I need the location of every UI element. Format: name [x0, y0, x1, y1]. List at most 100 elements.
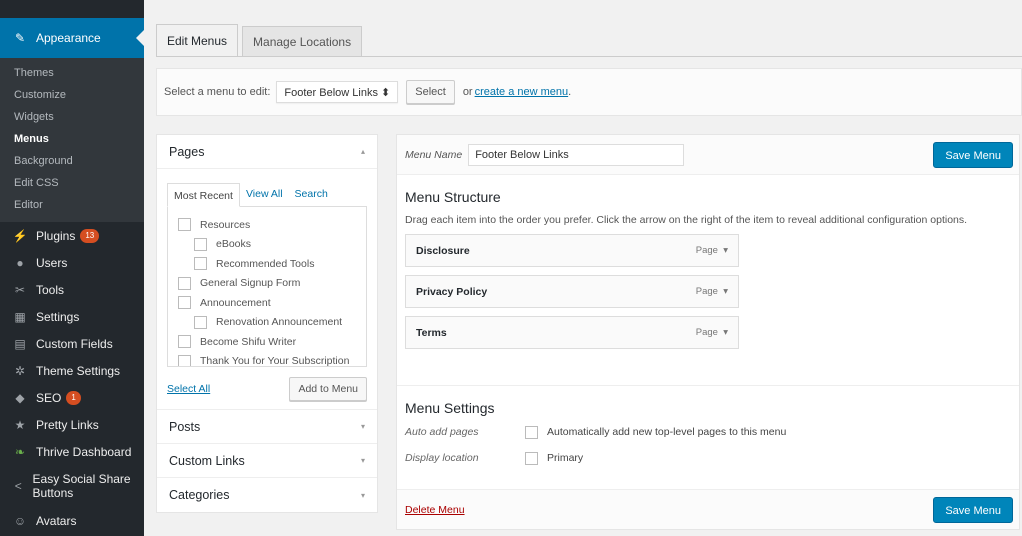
checkbox[interactable]	[178, 276, 191, 290]
checkbox[interactable]	[194, 315, 207, 329]
add-to-menu-button[interactable]: Add to Menu	[289, 377, 367, 401]
pages-section-header[interactable]: Pages ▴	[157, 135, 377, 169]
sidebar-item-label: SEO	[36, 390, 62, 405]
submenu-editor[interactable]: Editor	[0, 194, 144, 216]
tab-divider	[156, 56, 1022, 57]
create-new-menu-link[interactable]: create a new menu	[475, 86, 569, 98]
list-item[interactable]: Renovation Announcement	[178, 313, 356, 333]
tab-edit-menus[interactable]: Edit Menus	[156, 24, 239, 56]
plug-icon: ⚡	[12, 228, 28, 243]
delete-menu-link[interactable]: Delete Menu	[405, 504, 465, 516]
menu-select-value: Footer Below Links	[284, 87, 378, 99]
list-item[interactable]: eBooks	[178, 235, 356, 255]
share-icon: <	[14, 479, 22, 493]
sidebar-item-tools[interactable]: ✂ Tools	[0, 276, 144, 303]
submenu-menus[interactable]: Menus	[0, 128, 144, 150]
tab-view-all[interactable]: View All	[240, 182, 289, 206]
menu-select-dropdown[interactable]: Footer Below Links ⬍	[276, 81, 399, 103]
page-label: eBooks	[216, 238, 252, 251]
tab-most-recent[interactable]: Most Recent	[167, 183, 240, 207]
pages-checklist: Resources eBooks Recommended Tools Gener…	[167, 207, 367, 367]
checkbox[interactable]	[194, 237, 207, 251]
list-item[interactable]: Resources	[178, 215, 356, 235]
menu-item[interactable]: Privacy Policy Page ▾	[405, 275, 739, 308]
pages-footer: Select All Add to Menu	[167, 367, 367, 401]
submenu-edit-css[interactable]: Edit CSS	[0, 172, 144, 194]
sidebar-item-label: Plugins	[36, 228, 76, 243]
menu-settings-title: Menu Settings	[405, 400, 495, 416]
update-count-badge: 13	[80, 228, 100, 243]
menu-item[interactable]: Disclosure Page ▾	[405, 234, 739, 267]
page-label: Thank You for Your Subscription	[200, 355, 350, 367]
item-arrow-icon[interactable]: ▾	[723, 327, 728, 338]
sidebar-item-label: Thrive Dashboard	[36, 444, 132, 459]
submenu-background[interactable]: Background	[0, 150, 144, 172]
save-menu-button-bottom[interactable]: Save Menu	[933, 496, 1013, 523]
sidebar-item-easy-social-share[interactable]: < Easy Social Share Buttons	[0, 465, 144, 507]
page-label: Renovation Announcement	[216, 316, 343, 329]
select-all-link[interactable]: Select All	[167, 383, 210, 395]
appearance-submenu: Themes Customize Widgets Menus Backgroun…	[0, 58, 144, 222]
item-arrow-icon[interactable]: ▾	[723, 245, 728, 256]
menu-item-type[interactable]: Page ▾	[696, 286, 728, 297]
menu-item[interactable]: Terms Page ▾	[405, 316, 739, 349]
sidebar-item-thrive-dashboard[interactable]: ❧ Thrive Dashboard	[0, 438, 144, 465]
categories-section-header[interactable]: Categories ▾	[157, 478, 377, 512]
checkbox[interactable]	[178, 354, 191, 366]
menu-header: Menu Name Footer Below Links Save Menu	[397, 135, 1019, 175]
list-item[interactable]: Announcement	[178, 293, 356, 313]
add-menu-items-panel: Pages ▴ Most Recent View All Search Reso…	[156, 134, 378, 513]
sidebar-item-custom-fields[interactable]: ▤ Custom Fields	[0, 330, 144, 357]
sidebar-item-settings[interactable]: ▦ Settings	[0, 303, 144, 330]
admin-sidebar: ✎ Appearance Themes Customize Widgets Me…	[0, 0, 144, 536]
sidebar-item-avatars[interactable]: ☺ Avatars	[0, 507, 144, 534]
list-item[interactable]: Thank You for Your Subscription	[178, 352, 356, 367]
avatar-icon: ☺	[13, 513, 27, 528]
menu-item-type[interactable]: Page ▾	[696, 327, 728, 338]
posts-section-header[interactable]: Posts ▾	[157, 410, 377, 444]
sidebar-item-seo[interactable]: ◆ SEO 1	[0, 384, 144, 411]
expand-arrow-icon: ▾	[360, 422, 365, 431]
list-item[interactable]: Recommended Tools	[178, 254, 356, 274]
tab-search[interactable]: Search	[289, 182, 334, 206]
checkbox[interactable]	[194, 257, 207, 271]
submenu-widgets[interactable]: Widgets	[0, 106, 144, 128]
sidebar-item-label: Theme Settings	[36, 363, 121, 378]
custom-links-section-header[interactable]: Custom Links ▾	[157, 444, 377, 478]
menu-settings: Menu Settings Auto add pages Automatical…	[397, 385, 1019, 466]
item-arrow-icon[interactable]: ▾	[723, 286, 728, 297]
submenu-themes[interactable]: Themes	[0, 62, 144, 84]
page-label: Resources	[200, 218, 251, 231]
save-menu-button-top[interactable]: Save Menu	[933, 141, 1013, 168]
menu-name-input[interactable]: Footer Below Links	[468, 143, 685, 166]
primary-location-checkbox[interactable]	[525, 451, 538, 465]
sidebar-top-spacer	[0, 0, 144, 18]
dropdown-arrows-icon: ⬍	[381, 87, 391, 99]
select-menu-label: Select a menu to edit:	[164, 86, 271, 98]
sidebar-item-theme-settings[interactable]: ✲ Theme Settings	[0, 357, 144, 384]
checkbox[interactable]	[178, 296, 191, 310]
sidebar-item-label: Tools	[36, 282, 65, 297]
auto-add-checkbox[interactable]	[525, 425, 538, 439]
submenu-customize[interactable]: Customize	[0, 84, 144, 106]
menu-item-type[interactable]: Page ▾	[696, 245, 728, 256]
select-button[interactable]: Select	[406, 80, 455, 104]
auto-add-row: Auto add pages Automatically add new top…	[405, 424, 1019, 440]
list-item[interactable]: Become Shifu Writer	[178, 332, 356, 352]
checkbox[interactable]	[178, 335, 191, 349]
tab-manage-locations[interactable]: Manage Locations	[242, 26, 363, 56]
sidebar-item-pretty-links[interactable]: ★ Pretty Links	[0, 411, 144, 438]
primary-location-text: Primary	[547, 452, 584, 464]
list-item[interactable]: General Signup Form	[178, 274, 356, 294]
menu-item-title: Terms	[416, 326, 447, 339]
menu-footer: Delete Menu Save Menu	[397, 489, 1019, 529]
checkbox[interactable]	[178, 218, 191, 232]
section-title: Custom Links	[169, 453, 245, 468]
pages-section-title: Pages	[169, 144, 205, 159]
sidebar-item-appearance[interactable]: ✎ Appearance	[0, 18, 144, 58]
sidebar-item-users[interactable]: ● Users	[0, 249, 144, 276]
main-content: Edit Menus Manage Locations Select a men…	[144, 0, 1022, 536]
sidebar-item-plugins[interactable]: ⚡ Plugins 13	[0, 222, 144, 249]
section-title: Categories	[169, 488, 230, 502]
pages-tabs: Most Recent View All Search	[167, 183, 367, 207]
